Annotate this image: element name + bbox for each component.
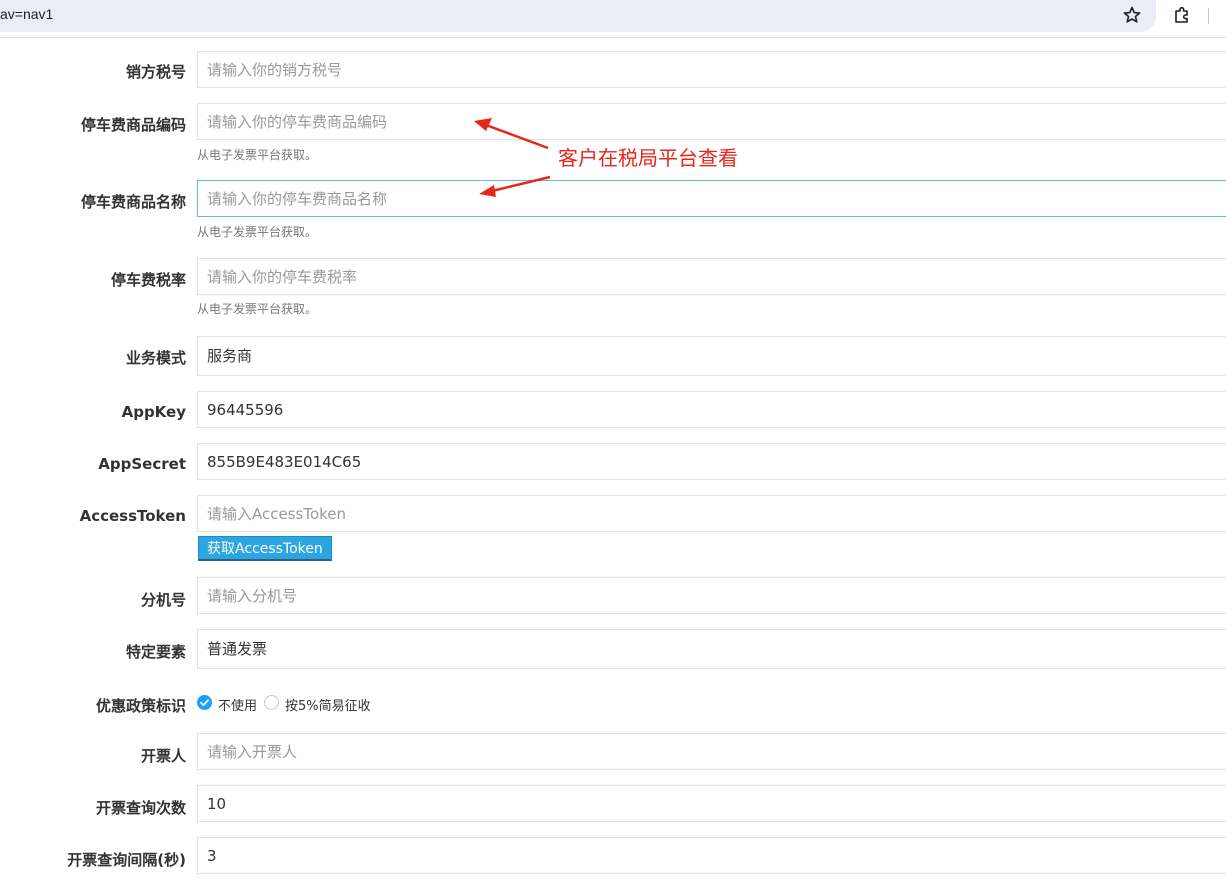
annotation-text: 客户在税局平台查看 (558, 146, 738, 170)
query-interval-label: 开票查询间隔(秒) (67, 851, 186, 869)
product-name-hint: 从电子发票平台获取。 (197, 225, 318, 239)
app-key-input[interactable] (197, 391, 1226, 428)
preferential-policy-label: 优惠政策标识 (95, 697, 186, 715)
app-key-label: AppKey (121, 403, 186, 421)
query-interval-input[interactable] (197, 837, 1226, 874)
business-mode-value: 服务商 (207, 347, 253, 365)
tax-rate-label: 停车费税率 (110, 271, 186, 289)
browser-toolbar: av=nav1 (0, 0, 1226, 38)
product-name-input[interactable] (197, 180, 1226, 217)
app-secret-input[interactable] (197, 443, 1226, 480)
tax-rate-input[interactable] (197, 258, 1226, 295)
special-element-select[interactable]: 普通发票 (197, 629, 1226, 669)
address-bar[interactable] (0, 0, 1156, 32)
query-count-input[interactable] (197, 785, 1226, 822)
product-code-input[interactable] (197, 103, 1226, 140)
access-token-input[interactable] (197, 495, 1226, 532)
star-icon[interactable] (1122, 5, 1142, 25)
extension-no-input[interactable] (197, 577, 1226, 614)
query-count-label: 开票查询次数 (95, 799, 186, 817)
radio-not-used[interactable] (197, 695, 212, 710)
extension-icon[interactable] (1172, 5, 1192, 25)
product-code-hint: 从电子发票平台获取。 (197, 148, 318, 162)
product-code-label: 停车费商品编码 (80, 116, 186, 134)
check-icon (200, 699, 209, 707)
product-name-label: 停车费商品名称 (80, 193, 186, 211)
toolbar-divider (1208, 8, 1209, 24)
issuer-label: 开票人 (140, 747, 186, 765)
issuer-input[interactable] (197, 733, 1226, 770)
radio-not-used-label[interactable]: 不使用 (218, 695, 257, 714)
url-text[interactable]: av=nav1 (0, 6, 53, 22)
radio-simple-5pct-label[interactable]: 按5%简易征收 (285, 695, 371, 714)
tax-rate-hint: 从电子发票平台获取。 (197, 302, 318, 316)
business-mode-select[interactable]: 服务商 (197, 336, 1226, 376)
special-element-label: 特定要素 (125, 643, 186, 661)
business-mode-label: 业务模式 (125, 349, 186, 367)
radio-simple-5pct[interactable] (264, 695, 279, 710)
seller-tax-id-input[interactable] (197, 51, 1226, 88)
extension-no-label: 分机号 (140, 591, 186, 609)
access-token-label: AccessToken (79, 507, 186, 525)
seller-tax-id-label: 销方税号 (125, 63, 186, 81)
get-access-token-button[interactable]: 获取AccessToken (198, 536, 332, 561)
app-secret-label: AppSecret (98, 455, 186, 473)
special-element-value: 普通发票 (207, 640, 268, 658)
